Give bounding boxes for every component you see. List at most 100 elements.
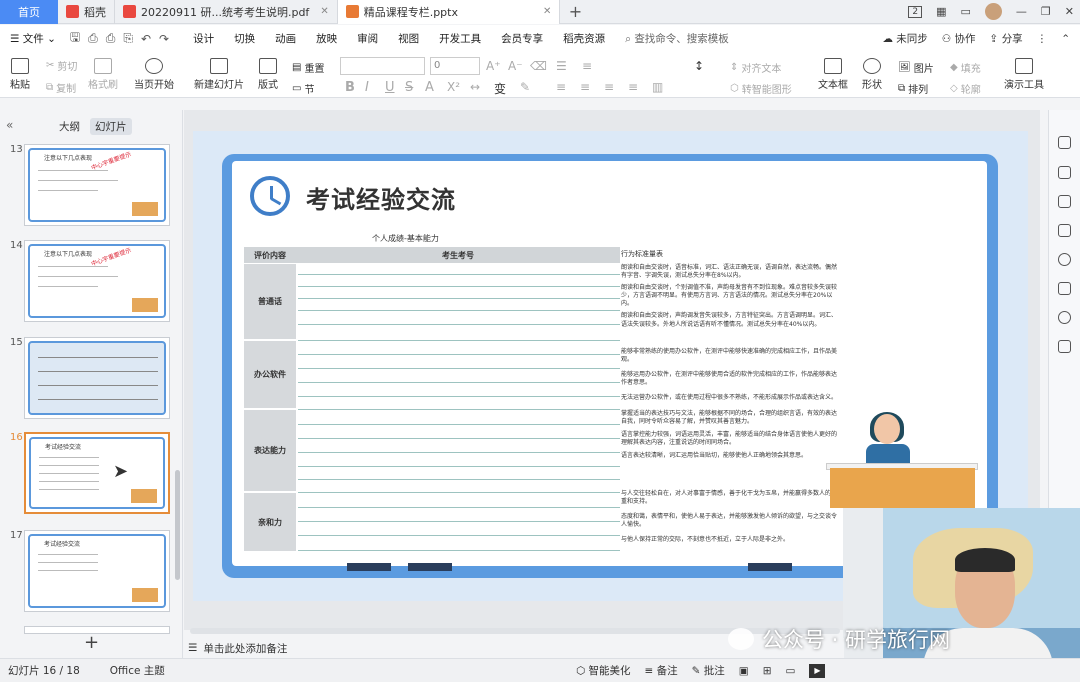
picture-button[interactable]: 🖼 图片 (898, 60, 934, 75)
reading-view-icon[interactable]: ▭ (786, 665, 796, 677)
highlight-icon[interactable]: ✎ (520, 80, 530, 94)
font-size-select[interactable]: 0 (430, 57, 480, 75)
normal-view-icon[interactable]: ▣ (739, 665, 749, 677)
share-button[interactable]: ⇪ 分享 (990, 31, 1023, 46)
change-case-icon[interactable]: 变 (494, 80, 506, 97)
format-painter-button[interactable]: 格式刷 (88, 58, 118, 91)
outline-button[interactable]: ◇ 轮廓 (950, 81, 981, 96)
font-grow-icon[interactable]: A⁺ (486, 59, 501, 73)
preview-icon[interactable]: ⎘ (119, 31, 137, 46)
numbering-icon[interactable]: ≡ (582, 59, 592, 73)
spacing-icon[interactable]: ↔ (470, 80, 480, 94)
tab-outline[interactable]: 大纲 (54, 118, 85, 135)
slide-thumb-17[interactable]: 17 考试经验交流 (0, 530, 183, 616)
section-button[interactable]: ▭ 节 (292, 81, 314, 96)
command-search[interactable]: ⌕ 查找命令、搜索模板 (615, 31, 739, 46)
fill-button[interactable]: ◆ 填充 (950, 60, 981, 75)
align-left-icon[interactable]: ≡ (556, 80, 566, 94)
align-right-icon[interactable]: ≡ (604, 80, 614, 94)
export-icon[interactable]: ⎙ (84, 31, 102, 46)
shape-button[interactable]: 形状 (862, 58, 882, 91)
menu-slideshow[interactable]: 放映 (306, 31, 347, 46)
file-menu[interactable]: ☰ 文件 ⌄ (0, 31, 66, 46)
print-icon[interactable]: ⎙ (102, 31, 120, 46)
comments-button[interactable]: ✎ 批注 (692, 663, 725, 678)
thumbnail[interactable]: 注意以下几点表现 中心字重要提示 (24, 240, 170, 322)
undo-icon[interactable]: ↶ (137, 32, 155, 46)
share-icon[interactable] (1058, 282, 1071, 295)
reset-button[interactable]: ▤ 重置 (292, 60, 324, 75)
help-icon[interactable] (1058, 253, 1071, 266)
menu-design[interactable]: 设计 (183, 31, 224, 46)
from-current-button[interactable]: 当页开始 (134, 58, 174, 91)
bullets-icon[interactable]: ☰ (556, 59, 567, 73)
superscript-icon[interactable]: X² (447, 80, 460, 94)
thumbnail[interactable] (24, 337, 170, 419)
menu-animation[interactable]: 动画 (265, 31, 306, 46)
menu-review[interactable]: 审阅 (347, 31, 388, 46)
copy-button[interactable]: ⧉ 复制 (46, 80, 76, 95)
restore-button[interactable]: ❐ (1041, 5, 1051, 18)
tab-home[interactable]: 首页 (0, 0, 58, 24)
location-icon[interactable] (1058, 311, 1071, 324)
collab-button[interactable]: ⚇ 协作 (942, 31, 976, 46)
pin-icon[interactable] (1058, 195, 1071, 208)
crop-icon[interactable] (1058, 224, 1071, 237)
thumbnail[interactable]: 考试经验交流 (24, 530, 170, 612)
theme-name[interactable]: Office 主题 (110, 663, 165, 678)
menu-developer[interactable]: 开发工具 (429, 31, 491, 46)
paste-button[interactable]: 粘贴 (10, 58, 30, 91)
select-icon[interactable] (1058, 136, 1071, 149)
arrange-button[interactable]: ⧉ 排列 (898, 81, 928, 96)
slideshow-play-icon[interactable]: ▶ (809, 663, 826, 678)
adjust-icon[interactable] (1058, 166, 1071, 179)
layout-badge[interactable]: 2 (908, 5, 923, 18)
text-box-button[interactable]: 文本框 (818, 58, 848, 91)
tab-pdf[interactable]: 20220911 研...统考考生说明.pdf ✕ (115, 0, 338, 24)
sync-status[interactable]: ☁ 未同步 (882, 31, 927, 46)
presenter-tools-button[interactable]: 演示工具 (1004, 58, 1044, 91)
underline-button[interactable]: U (385, 80, 395, 95)
cut-button[interactable]: ✂ 剪切 (46, 58, 77, 73)
thumbnail-selected[interactable]: 考试经验交流 ➤ (24, 432, 170, 514)
redo-icon[interactable]: ↷ (155, 32, 173, 46)
tab-daoke[interactable]: 稻壳 (58, 0, 115, 24)
table-subtitle[interactable]: 个人成绩-基本能力 (372, 233, 439, 244)
tab-pptx[interactable]: 精品课程专栏.pptx ✕ (337, 0, 561, 24)
line-spacing-icon[interactable]: ↕ (694, 59, 704, 73)
menu-member[interactable]: 会员专享 (491, 31, 553, 46)
menu-view[interactable]: 视图 (388, 31, 429, 46)
collapse-panel-icon[interactable]: « (6, 118, 13, 132)
evaluation-table[interactable]: 评价内容 考生考号 普通话 办公软件 表达能力 亲和力 (244, 247, 620, 552)
sorter-view-icon[interactable]: ⊞ (763, 665, 772, 677)
add-slide-button[interactable]: + (84, 632, 99, 653)
tab-slides[interactable]: 幻灯片 (90, 118, 132, 135)
columns-icon[interactable]: ▥ (652, 80, 663, 94)
font-shrink-icon[interactable]: A⁻ (508, 59, 523, 73)
grid-icon[interactable]: ▦ (936, 5, 946, 18)
menu-daoke-resources[interactable]: 稻壳资源 (553, 31, 615, 46)
save-icon[interactable]: 🖫 (66, 28, 84, 49)
close-icon[interactable]: ✕ (543, 6, 551, 17)
slide-thumb-13[interactable]: 13 注意以下几点表现 中心字重要提示 (0, 144, 183, 230)
smart-beautify-button[interactable]: ⬡ 智能美化 (576, 663, 631, 678)
align-text-button[interactable]: ⇕ 对齐文本 (730, 60, 781, 75)
font-color-icon[interactable]: A (425, 80, 434, 95)
font-family-select[interactable] (340, 57, 425, 75)
smart-graphic-button[interactable]: ⬡ 转智能图形 (730, 81, 792, 96)
new-tab-button[interactable]: + (560, 2, 590, 21)
new-slide-button[interactable]: 新建幻灯片 (194, 58, 244, 91)
slide-title[interactable]: 考试经验交流 (306, 180, 456, 215)
italic-button[interactable]: I (365, 80, 369, 95)
minimize-button[interactable]: — (1016, 5, 1027, 18)
book-icon[interactable] (1058, 340, 1071, 353)
collapse-ribbon-icon[interactable]: ⌃ (1061, 33, 1070, 45)
slide-thumb-15[interactable]: 15 (0, 337, 183, 423)
close-button[interactable]: ✕ (1065, 5, 1074, 18)
bold-button[interactable]: B (345, 80, 355, 95)
close-icon[interactable]: ✕ (320, 6, 328, 17)
more-icon[interactable]: ⋮ (1037, 33, 1048, 45)
notes-toggle-button[interactable]: ≡ 备注 (645, 663, 678, 678)
layout-button[interactable]: 版式 (258, 58, 278, 91)
strike-button[interactable]: S (405, 80, 413, 95)
